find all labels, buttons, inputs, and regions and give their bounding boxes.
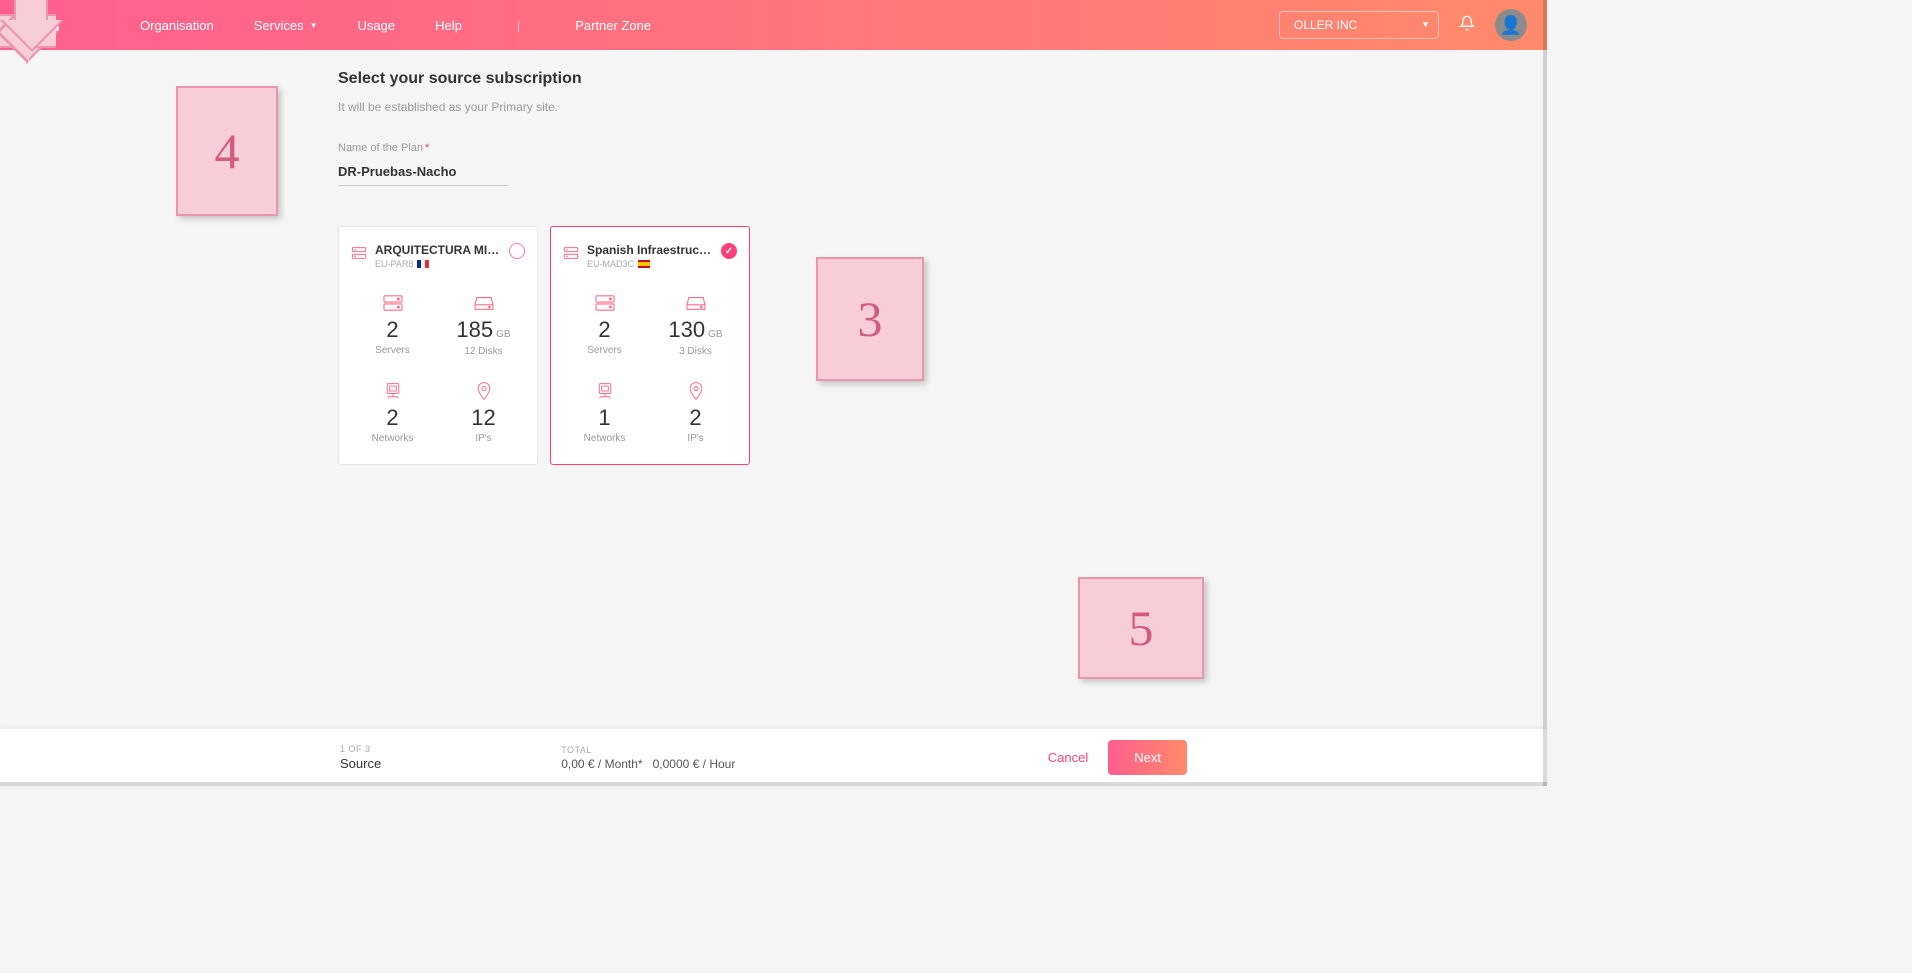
nav-partner-zone[interactable]: Partner Zone xyxy=(575,18,651,33)
stat-ips: 2 IP's xyxy=(654,381,737,444)
cancel-button[interactable]: Cancel xyxy=(1048,750,1088,765)
network-icon xyxy=(351,381,434,401)
flag-spain-icon xyxy=(638,260,650,268)
subscription-card[interactable]: ARQUITECTURA MICRO... EU-PAR8 2 Servers … xyxy=(338,226,538,465)
user-avatar[interactable]: 👤 xyxy=(1495,9,1527,41)
nav-help[interactable]: Help xyxy=(435,18,462,33)
subscription-cards: ARQUITECTURA MICRO... EU-PAR8 2 Servers … xyxy=(338,226,1238,465)
stat-disks: 130GB 3 Disks xyxy=(654,293,737,357)
disk-icon xyxy=(442,293,525,313)
card-radio-checked[interactable] xyxy=(721,243,737,259)
organisation-selector[interactable]: OLLER INC xyxy=(1279,11,1439,39)
card-radio[interactable] xyxy=(509,243,525,259)
ip-icon xyxy=(442,381,525,401)
nav-organisation[interactable]: Organisation xyxy=(140,18,214,33)
card-title: Spanish Infraestructure xyxy=(587,243,713,257)
nav-divider: | xyxy=(517,18,520,33)
next-button[interactable]: Next xyxy=(1108,740,1187,775)
servers-icon xyxy=(563,293,646,313)
stat-networks: 2 Networks xyxy=(351,381,434,444)
footer-total: TOTAL 0,00 € / Month* 0,0000 € / Hour xyxy=(561,745,735,771)
card-title: ARQUITECTURA MICRO... xyxy=(375,243,501,257)
network-icon xyxy=(563,381,646,401)
stat-servers: 2 Servers xyxy=(351,293,434,357)
annotation-callout-5: 5 xyxy=(1078,577,1204,679)
flag-france-icon xyxy=(417,260,429,268)
stat-networks: 1 Networks xyxy=(563,381,646,444)
annotation-callout-3: 3 xyxy=(816,257,924,381)
topbar: Organisation Services ▼ Usage Help | Par… xyxy=(0,0,1547,50)
footer-step-indicator: 1 OF 3 Source xyxy=(340,744,381,771)
main-nav: Organisation Services ▼ Usage Help | Par… xyxy=(140,18,651,33)
plan-name-input[interactable] xyxy=(338,158,508,186)
card-region: EU-MAD3C xyxy=(587,259,713,269)
chevron-down-icon: ▼ xyxy=(310,21,318,30)
disk-icon xyxy=(654,293,737,313)
server-icon xyxy=(351,245,367,266)
footer-bar: 1 OF 3 Source TOTAL 0,00 € / Month* 0,00… xyxy=(0,728,1547,786)
notifications-icon[interactable] xyxy=(1459,15,1475,36)
annotation-callout-4: 4 xyxy=(176,86,278,216)
stat-disks: 185GB 12 Disks xyxy=(442,293,525,357)
nav-services[interactable]: Services ▼ xyxy=(254,18,318,33)
nav-usage[interactable]: Usage xyxy=(358,18,396,33)
ip-icon xyxy=(654,381,737,401)
plan-name-label: Name of the Plan* xyxy=(338,142,1238,154)
stat-servers: 2 Servers xyxy=(563,293,646,357)
servers-icon xyxy=(351,293,434,313)
page-title: Select your source subscription xyxy=(338,70,1238,88)
card-region: EU-PAR8 xyxy=(375,259,501,269)
stat-ips: 12 IP's xyxy=(442,381,525,444)
page-subtitle: It will be established as your Primary s… xyxy=(338,100,1238,114)
server-icon xyxy=(563,245,579,266)
subscription-card-selected[interactable]: Spanish Infraestructure EU-MAD3C 2 Serve… xyxy=(550,226,750,465)
